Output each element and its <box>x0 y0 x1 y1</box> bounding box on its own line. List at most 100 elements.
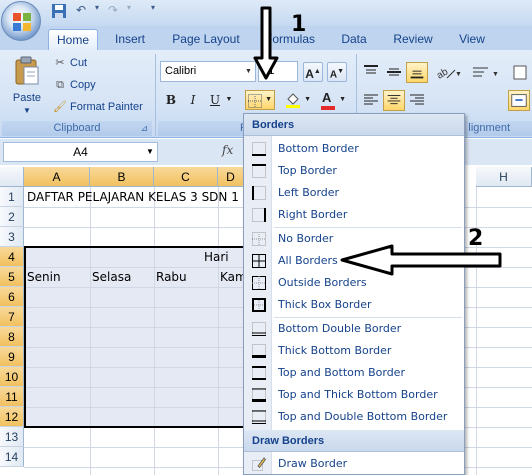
grid-line <box>154 187 155 475</box>
align-right-icon[interactable] <box>406 90 428 111</box>
bold-button[interactable]: B <box>161 90 181 110</box>
cut-button[interactable]: ✂ Cut <box>52 54 87 72</box>
align-top-icon[interactable] <box>360 62 382 83</box>
tab-review[interactable]: Review <box>388 29 438 50</box>
column-header-c[interactable]: C <box>154 167 218 187</box>
menu-item-draw-border[interactable]: Draw Border <box>244 453 464 475</box>
borders-button[interactable]: ▼ <box>245 90 275 110</box>
cell-b5[interactable]: Selasa <box>92 267 131 287</box>
row-header-10[interactable]: 10 <box>0 367 24 387</box>
tab-data[interactable]: Data <box>334 29 374 50</box>
wrap-text-icon[interactable]: ▼ <box>470 62 502 83</box>
row-header-8[interactable]: 8 <box>0 327 24 347</box>
tab-home[interactable]: Home <box>48 29 98 50</box>
row-header-5[interactable]: 5 <box>0 267 24 287</box>
cut-label: Cut <box>70 57 88 69</box>
office-button[interactable] <box>1 1 41 41</box>
row-header-2[interactable]: 2 <box>0 207 24 227</box>
border-grid-icon <box>248 94 262 108</box>
font-name-value: Calibri <box>165 65 197 77</box>
pencil-icon <box>252 457 266 471</box>
row-header-11[interactable]: 11 <box>0 387 24 407</box>
align-center-icon[interactable] <box>383 90 405 111</box>
menu-item-outside-borders[interactable]: Outside Borders <box>244 272 464 294</box>
ribbon-extra-icon[interactable] <box>510 62 530 83</box>
column-header-h[interactable]: H <box>476 167 532 187</box>
customize-qat-icon[interactable]: ▾ <box>144 3 162 23</box>
menu-item-label: Outside Borders <box>278 276 367 289</box>
align-middle-icon[interactable] <box>383 62 405 83</box>
clipboard-group-label: Clipboard ⊿ <box>2 121 152 136</box>
menu-item-label: Top and Double Bottom Border <box>278 410 448 423</box>
cell-c5[interactable]: Rabu <box>156 267 187 287</box>
row-header-1[interactable]: 1 <box>0 187 24 207</box>
tab-page-layout[interactable]: Page Layout <box>166 29 246 50</box>
menu-item-bottom-double-border[interactable]: Bottom Double Border <box>244 318 464 340</box>
row-header-9[interactable]: 9 <box>0 347 24 367</box>
menu-item-top-and-bottom-border[interactable]: Top and Bottom Border <box>244 362 464 384</box>
row-header-14[interactable]: 14 <box>0 447 24 467</box>
menu-item-label: Left Border <box>278 186 340 199</box>
format-painter-button[interactable]: 🖌 Format Painter <box>52 98 143 116</box>
grow-font-button[interactable]: A▲ <box>303 62 323 82</box>
font-size-combo[interactable]: 11 <box>258 61 298 82</box>
menu-item-thick-bottom-border[interactable]: Thick Bottom Border <box>244 340 464 362</box>
menu-item-top-border[interactable]: Top Border <box>244 160 464 182</box>
underline-button[interactable]: U <box>205 90 225 110</box>
select-all-corner[interactable] <box>0 167 24 187</box>
office-logo-icon <box>13 13 31 31</box>
font-name-combo[interactable]: Calibri ▼ <box>160 61 256 82</box>
thick-box-border-icon <box>252 298 266 312</box>
borders-dropdown-icon[interactable]: ▼ <box>265 91 272 109</box>
tab-formulas[interactable]: Formulas <box>260 29 320 50</box>
menu-item-no-border[interactable]: No Border <box>244 228 464 250</box>
font-color-dropdown-icon[interactable]: ▼ <box>339 91 346 109</box>
menu-item-bottom-border[interactable]: Bottom Border <box>244 138 464 160</box>
name-box-dropdown-icon[interactable]: ▼ <box>144 143 156 161</box>
cell-a1[interactable]: DAFTAR PELAJARAN KELAS 3 SDN 1 <box>27 187 239 207</box>
column-header-b[interactable]: B <box>90 167 154 187</box>
redo-dropdown-icon[interactable]: ▾ <box>120 3 138 23</box>
menu-item-thick-box-border[interactable]: Thick Box Border <box>244 294 464 316</box>
font-name-dropdown-icon[interactable]: ▼ <box>242 62 255 81</box>
paste-button[interactable]: Paste ▼ <box>6 54 48 118</box>
menu-item-all-borders[interactable]: All Borders <box>244 250 464 272</box>
no-border-icon <box>252 232 266 246</box>
fill-color-dropdown-icon[interactable]: ▼ <box>304 91 311 109</box>
align-left-icon[interactable] <box>360 90 382 111</box>
menu-item-right-border[interactable]: Right Border <box>244 204 464 226</box>
save-icon[interactable] <box>50 3 68 23</box>
menu-item-top-and-double-bottom-border[interactable]: Top and Double Bottom Border <box>244 406 464 428</box>
row-header-3[interactable]: 3 <box>0 227 24 247</box>
menu-item-left-border[interactable]: Left Border <box>244 182 464 204</box>
column-header-a[interactable]: A <box>24 167 90 187</box>
name-box[interactable]: A4 ▼ <box>3 142 158 162</box>
row-header-13[interactable]: 13 <box>0 427 24 447</box>
row-header-12[interactable]: 12 <box>0 407 24 427</box>
paintbrush-icon: 🖌 <box>53 101 67 113</box>
orientation-icon[interactable]: ab ▼ <box>433 62 463 83</box>
menu-item-label: Bottom Border <box>278 142 359 155</box>
fill-color-button[interactable]: ▼ <box>283 90 313 110</box>
tab-insert[interactable]: Insert <box>106 29 154 50</box>
paste-dropdown-icon[interactable]: ▼ <box>6 106 48 115</box>
name-box-value: A4 <box>73 145 88 159</box>
shrink-font-button[interactable]: A▼ <box>327 62 347 82</box>
underline-dropdown-icon[interactable]: ▼ <box>224 90 234 110</box>
row-header-4[interactable]: 4 <box>0 247 24 267</box>
menu-item-top-and-thick-bottom-border[interactable]: Top and Thick Bottom Border <box>244 384 464 406</box>
cell-d4[interactable]: Hari <box>204 247 229 267</box>
insert-function-icon[interactable]: fx <box>222 143 233 157</box>
italic-button[interactable]: I <box>183 90 203 110</box>
align-bottom-icon[interactable] <box>406 62 428 83</box>
menu-item-label: Right Border <box>278 208 348 221</box>
row-header-7[interactable]: 7 <box>0 307 24 327</box>
merge-center-icon[interactable] <box>508 90 530 111</box>
copy-button[interactable]: ⧉ Copy <box>52 76 96 94</box>
cell-a5[interactable]: Senin <box>27 267 61 287</box>
dialog-launcher-icon[interactable]: ⊿ <box>140 121 148 136</box>
column-header-d[interactable]: D <box>218 167 244 187</box>
row-header-6[interactable]: 6 <box>0 287 24 307</box>
tab-view[interactable]: View <box>452 29 492 50</box>
font-color-button[interactable]: A ▼ <box>318 90 348 110</box>
